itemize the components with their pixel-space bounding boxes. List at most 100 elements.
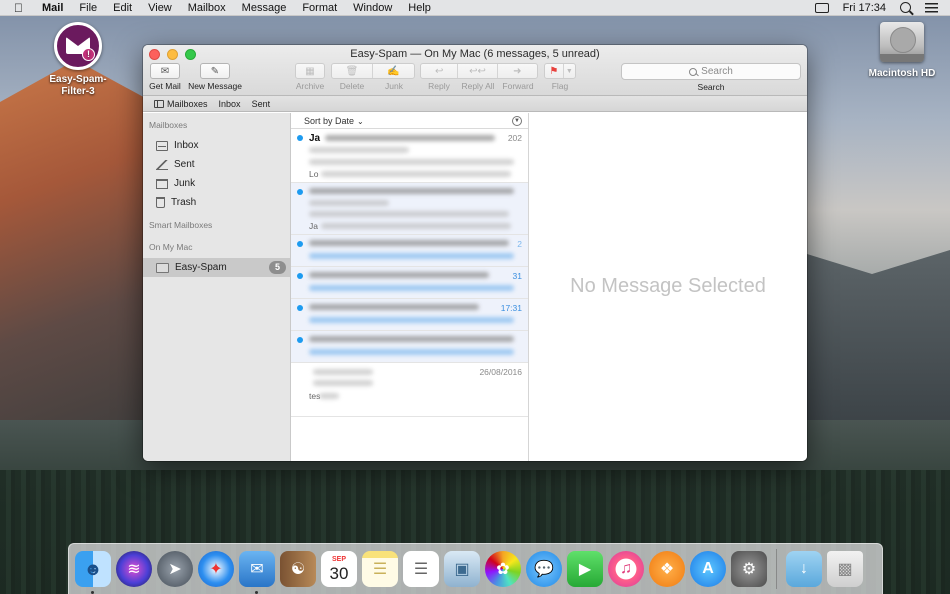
- menu-mailbox[interactable]: Mailbox: [188, 2, 226, 14]
- flag-label: Flag: [551, 81, 569, 91]
- menu-window[interactable]: Window: [353, 2, 392, 14]
- message-preview: Ja: [309, 221, 318, 231]
- window-title: Easy-Spam — On My Mac (6 messages, 5 unr…: [350, 48, 600, 60]
- list-item[interactable]: [291, 331, 528, 363]
- download-arrow-icon: ↓: [800, 560, 808, 577]
- flag-segmented: ⚑ ▼: [544, 63, 576, 79]
- dock-trash[interactable]: ▩: [827, 551, 863, 587]
- archive-button[interactable]: ▦ Archive: [295, 63, 325, 91]
- desktop-icon-macintosh-hd[interactable]: Macintosh HD: [862, 22, 942, 80]
- sidebar-item-easy-spam[interactable]: Easy-Spam 5: [143, 258, 290, 277]
- archive-box-icon: ▦: [295, 63, 325, 79]
- trash-icon[interactable]: 🗑: [332, 64, 374, 78]
- sidebar-item-sent[interactable]: Sent: [143, 155, 290, 174]
- window-titlebar[interactable]: Easy-Spam — On My Mac (6 messages, 5 unr…: [143, 45, 807, 96]
- forward-icon[interactable]: ➜: [498, 64, 537, 78]
- dock-photos[interactable]: ✿: [485, 551, 521, 587]
- dock-finder[interactable]: ☻: [75, 551, 111, 594]
- dock-safari[interactable]: ✦: [198, 551, 234, 587]
- dock-launchpad[interactable]: ➤: [157, 551, 193, 587]
- filter-icon[interactable]: ▼: [512, 116, 522, 126]
- mail-panes: Mailboxes Inbox Sent Junk Trash Smart Ma…: [143, 113, 807, 461]
- airplay-icon[interactable]: [814, 2, 829, 13]
- dock-preview[interactable]: ▣: [444, 551, 480, 587]
- dock-reminders[interactable]: ☰: [403, 551, 439, 587]
- sidebar-item-label: Trash: [171, 197, 197, 208]
- menu-extras: Fri 17:34: [814, 2, 938, 14]
- menu-view[interactable]: View: [148, 2, 172, 14]
- alert-badge-icon: !: [82, 48, 95, 61]
- menu-file[interactable]: File: [79, 2, 97, 14]
- reply-labels: Reply Reply All Forward: [420, 81, 538, 91]
- apple-menu-icon[interactable]: : [14, 1, 28, 15]
- list-item[interactable]: 2: [291, 235, 528, 267]
- sidebar-item-junk[interactable]: Junk: [143, 174, 290, 193]
- redacted-text: [309, 285, 514, 291]
- favorites-inbox-button[interactable]: Inbox: [219, 99, 241, 109]
- dock-system-preferences[interactable]: ⚙: [731, 551, 767, 587]
- dock-app-store[interactable]: A: [690, 551, 726, 587]
- dock-ibooks[interactable]: ❖: [649, 551, 685, 587]
- favorites-mailboxes-button[interactable]: Mailboxes: [154, 99, 208, 109]
- redacted-text: [321, 171, 511, 177]
- gear-icon: ⚙: [741, 561, 757, 578]
- delete-junk-group: 🗑 ✍ Delete Junk: [331, 63, 415, 91]
- menu-edit[interactable]: Edit: [113, 2, 132, 14]
- favorites-sent-button[interactable]: Sent: [252, 99, 271, 109]
- get-mail-label: Get Mail: [149, 81, 181, 91]
- sidebar-item-trash[interactable]: Trash: [143, 193, 290, 212]
- dock-contacts[interactable]: ☯: [280, 551, 316, 587]
- reply-label: Reply: [428, 81, 450, 91]
- dock-notes[interactable]: ☰: [362, 551, 398, 587]
- archive-label: Archive: [295, 81, 325, 91]
- list-item[interactable]: 26/08/2016 tes: [291, 363, 528, 417]
- sidebar-item-inbox[interactable]: Inbox: [143, 136, 290, 155]
- menu-app-mail[interactable]: Mail: [42, 2, 63, 14]
- junk-label: Junk: [385, 81, 403, 91]
- siri-icon: ≋: [127, 561, 141, 578]
- list-item[interactable]: 17:31: [291, 299, 528, 331]
- dock-calendar[interactable]: SEP 30: [321, 551, 357, 587]
- search-placeholder: Search: [701, 66, 733, 77]
- reply-icon[interactable]: ↩: [421, 64, 459, 78]
- sidebar-header-on-my-mac[interactable]: On My Mac: [143, 242, 290, 252]
- open-book-icon: ❖: [659, 561, 675, 578]
- music-note-icon: ♫: [620, 560, 632, 577]
- list-item[interactable]: Ja: [291, 183, 528, 235]
- compose-icon: ✎: [200, 63, 230, 79]
- menu-clock[interactable]: Fri 17:34: [843, 2, 886, 14]
- dock-facetime[interactable]: ▶: [567, 551, 603, 587]
- sidebar-header-mailboxes[interactable]: Mailboxes: [143, 120, 290, 130]
- dock-messages[interactable]: 💬: [526, 551, 562, 587]
- redacted-text: [313, 369, 373, 375]
- new-message-button[interactable]: ✎ New Message: [187, 63, 243, 91]
- reply-all-icon[interactable]: ↩↩: [458, 64, 498, 78]
- list-item[interactable]: 31: [291, 267, 528, 299]
- desktop-icon-easy-spam-filter[interactable]: ! Easy-Spam- Filter-3: [42, 22, 114, 98]
- sort-by-date-button[interactable]: Sort by Date ⌄: [304, 116, 364, 126]
- menu-help[interactable]: Help: [408, 2, 431, 14]
- chevron-down-icon[interactable]: ▼: [564, 64, 575, 78]
- get-mail-button[interactable]: ✉ Get Mail: [149, 63, 181, 91]
- menu-message[interactable]: Message: [242, 2, 287, 14]
- dock-mail[interactable]: ✉: [239, 551, 275, 594]
- folder-icon: [156, 262, 169, 273]
- trash-can-icon: ▩: [837, 561, 853, 578]
- dock-siri[interactable]: ≋: [116, 551, 152, 587]
- flag-icon[interactable]: ⚑: [545, 64, 564, 78]
- unread-dot-icon: [297, 337, 303, 343]
- dock-downloads[interactable]: ↓: [786, 551, 822, 587]
- notification-center-icon[interactable]: [925, 2, 938, 13]
- forward-label: Forward: [502, 81, 534, 91]
- sidebar-header-smart-mailboxes[interactable]: Smart Mailboxes: [143, 220, 290, 230]
- flag-button[interactable]: ⚑ ▼ Flag: [544, 63, 576, 91]
- search-input[interactable]: Search: [621, 63, 801, 80]
- dock-itunes[interactable]: ♫: [608, 551, 644, 587]
- search-icon: [689, 67, 698, 76]
- thumbs-down-icon[interactable]: ✍: [373, 64, 414, 78]
- new-message-label: New Message: [188, 81, 242, 91]
- list-item[interactable]: Ja 202 Lo: [291, 129, 528, 183]
- spotlight-search-icon[interactable]: [900, 2, 911, 13]
- redacted-text: [321, 223, 511, 229]
- menu-format[interactable]: Format: [302, 2, 337, 14]
